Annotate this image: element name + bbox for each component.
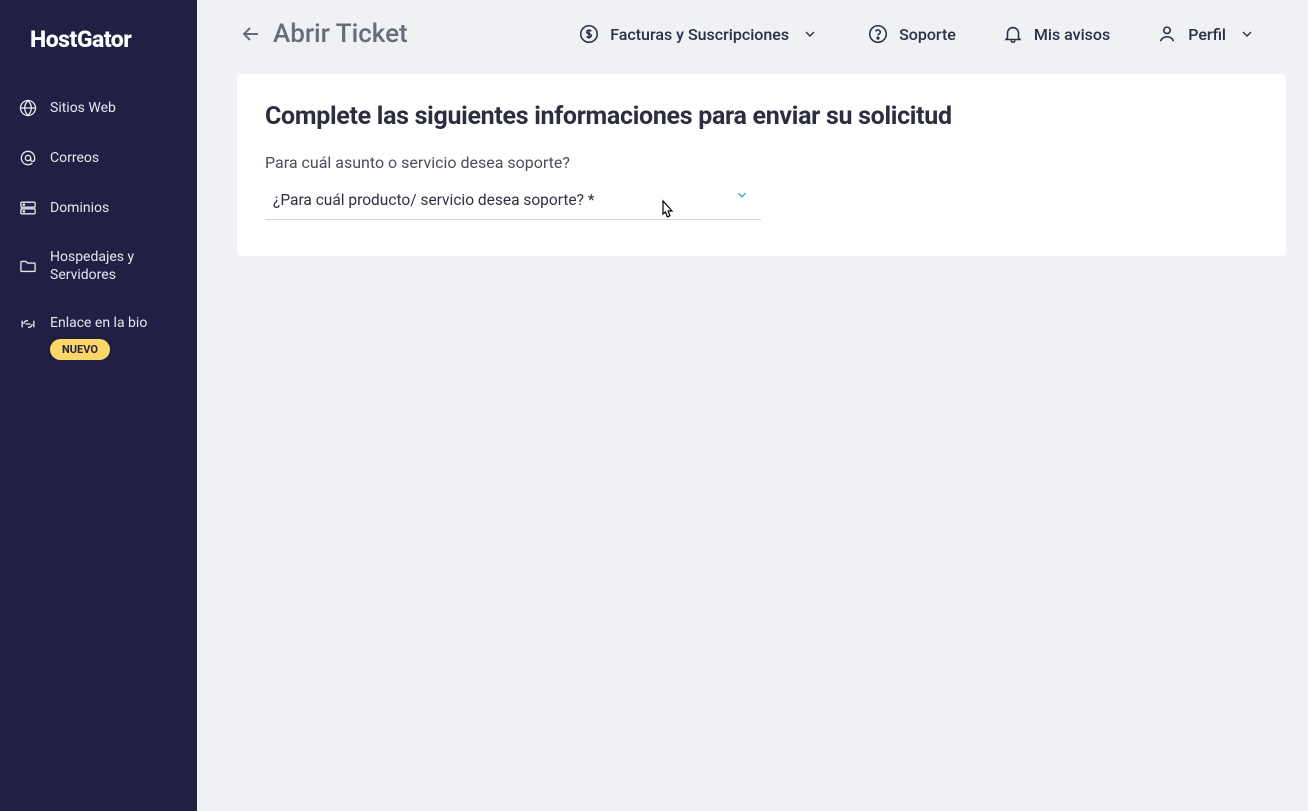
sidebar-item-hosting[interactable]: Hospedajes y Servidores <box>0 233 197 299</box>
person-icon <box>1156 23 1178 45</box>
sidebar-item-emails[interactable]: Correos <box>0 133 197 183</box>
sidebar: HostGator Sitios Web Correos Dominios Ho… <box>0 0 197 811</box>
sidebar-item-label: Enlace en la bio <box>50 314 147 332</box>
topbar-link-label: Perfil <box>1188 25 1226 44</box>
sidebar-item-label: Hospedajes y Servidores <box>50 248 179 284</box>
product-service-select[interactable]: ¿Para cuál producto/ servicio desea sopo… <box>265 184 761 220</box>
topbar-support[interactable]: Soporte <box>853 23 970 45</box>
content-area: Complete las siguientes informaciones pa… <box>197 68 1308 811</box>
sidebar-item-label: Sitios Web <box>50 99 116 117</box>
dollar-circle-icon <box>578 23 600 45</box>
select-placeholder: ¿Para cuál producto/ servicio desea sopo… <box>273 191 595 209</box>
page-title: Abrir Ticket <box>273 19 408 49</box>
new-badge: NUEVO <box>50 339 110 360</box>
sidebar-item-domains[interactable]: Dominios <box>0 183 197 233</box>
topbar-profile[interactable]: Perfil <box>1142 23 1272 45</box>
sidebar-item-label: Dominios <box>50 199 109 217</box>
card-title: Complete las siguientes informaciones pa… <box>265 102 1258 131</box>
server-icon <box>18 198 38 218</box>
chevron-down-icon <box>1236 23 1258 45</box>
chevron-down-icon <box>799 23 821 45</box>
globe-icon <box>18 98 38 118</box>
topbar-link-label: Soporte <box>899 25 956 44</box>
at-icon <box>18 148 38 168</box>
topbar: Abrir Ticket Facturas y Suscripciones So… <box>197 0 1308 68</box>
bell-icon <box>1002 23 1024 45</box>
sidebar-item-sites[interactable]: Sitios Web <box>0 83 197 133</box>
help-circle-icon <box>867 23 889 45</box>
main: Abrir Ticket Facturas y Suscripciones So… <box>197 0 1308 811</box>
link-icon <box>18 314 38 334</box>
topbar-notices[interactable]: Mis avisos <box>988 23 1124 45</box>
back-group[interactable]: Abrir Ticket <box>239 19 546 49</box>
ticket-form-card: Complete las siguientes informaciones pa… <box>237 74 1286 256</box>
chevron-down-icon <box>735 188 749 202</box>
field-label: Para cuál asunto o servicio desea soport… <box>265 153 1258 172</box>
topbar-link-label: Facturas y Suscripciones <box>610 25 789 44</box>
sidebar-item-label: Correos <box>50 149 99 167</box>
sidebar-item-bio-link[interactable]: Enlace en la bio NUEVO <box>0 299 197 374</box>
topbar-billing[interactable]: Facturas y Suscripciones <box>564 23 835 45</box>
folder-icon <box>18 256 38 276</box>
topbar-link-label: Mis avisos <box>1034 25 1110 44</box>
arrow-left-icon <box>239 22 263 46</box>
brand-logo[interactable]: HostGator <box>0 18 197 83</box>
